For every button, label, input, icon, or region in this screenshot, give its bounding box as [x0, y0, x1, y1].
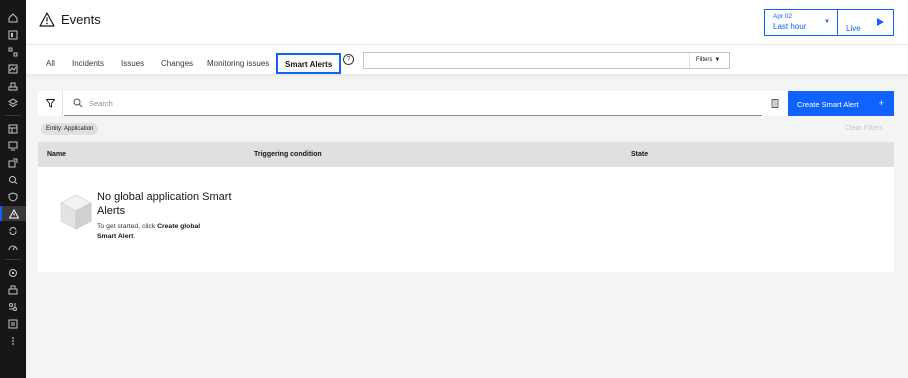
empty-box-icon — [60, 194, 92, 230]
websites-icon[interactable] — [0, 61, 26, 76]
integrations-icon[interactable] — [0, 299, 26, 314]
tab-all[interactable]: All — [46, 53, 55, 75]
entity-filter-tag[interactable]: Entity: Application — [41, 123, 99, 135]
filter-button[interactable] — [38, 91, 63, 116]
empty-state-text-suffix: . — [133, 233, 136, 240]
layers-icon[interactable] — [0, 95, 26, 110]
filters-dropdown[interactable]: Filters ▼ — [689, 53, 729, 68]
chevron-down-icon: ▼ — [824, 19, 830, 25]
play-icon — [877, 18, 884, 26]
filters-label: Filters — [696, 57, 713, 63]
time-range-picker[interactable]: Apr 02 Last hour ▼ — [764, 9, 838, 36]
smart-alerts-table: Name Triggering condition State No globa… — [38, 142, 894, 272]
settings-icon[interactable] — [0, 265, 26, 280]
empty-state-link-part2: Smart Alert — [97, 233, 134, 240]
events-warning-icon[interactable] — [0, 206, 26, 221]
dashboard-icon[interactable] — [0, 27, 26, 42]
agent-icon[interactable] — [0, 282, 26, 297]
warning-icon — [39, 12, 55, 27]
more-icon[interactable] — [0, 333, 26, 348]
filter-icon — [45, 99, 55, 108]
create-smart-alert-label: Create Smart Alert — [797, 100, 859, 109]
home-icon[interactable] — [0, 10, 26, 25]
search-input[interactable]: Search — [64, 91, 762, 116]
page-header: Events Apr 02 Last hour ▼ Live — [26, 0, 908, 44]
tab-bar-shadow — [26, 74, 908, 78]
tab-changes[interactable]: Changes — [161, 53, 193, 75]
analytics-icon[interactable] — [0, 138, 26, 153]
search-analytics-icon[interactable] — [0, 172, 26, 187]
security-icon[interactable] — [0, 189, 26, 204]
chevron-down-icon: ▼ — [714, 57, 721, 63]
event-tabs-bar: All Incidents Issues Changes Monitoring … — [26, 44, 908, 74]
applications-icon[interactable] — [0, 44, 26, 59]
empty-state-title: No global application Smart Alerts — [97, 191, 232, 217]
tab-issues[interactable]: Issues — [121, 53, 144, 75]
column-header-triggering-condition[interactable]: Triggering condition — [254, 151, 322, 158]
table-icon[interactable] — [0, 121, 26, 136]
table-header-row: Name Triggering condition State — [38, 142, 894, 167]
column-header-state[interactable]: State — [631, 151, 648, 158]
empty-state-text-line2: Smart Alert. — [97, 233, 135, 240]
add-icon: + — [878, 98, 884, 108]
live-label: Live — [846, 24, 861, 33]
page-title: Events — [61, 12, 101, 27]
help-icon[interactable]: ? — [343, 54, 354, 65]
empty-state: No global application Smart Alerts To ge… — [58, 187, 258, 257]
page-title-group: Events — [39, 12, 101, 27]
column-header-name[interactable]: Name — [47, 151, 66, 158]
left-nav-rail — [0, 0, 26, 378]
gauge-icon[interactable] — [0, 240, 26, 255]
event-query-input[interactable]: Filters ▼ — [363, 52, 730, 69]
docs-icon[interactable] — [0, 316, 26, 331]
create-smart-alert-button[interactable]: Create Smart Alert + — [788, 91, 894, 116]
live-button[interactable]: Live — [838, 9, 894, 36]
automation-icon[interactable] — [0, 223, 26, 238]
time-picker-group: Apr 02 Last hour ▼ Live — [764, 9, 894, 36]
synthetics-icon[interactable] — [0, 155, 26, 170]
infrastructure-icon[interactable] — [0, 78, 26, 93]
tab-incidents[interactable]: Incidents — [72, 53, 104, 75]
tab-monitoring-issues[interactable]: Monitoring issues — [207, 53, 269, 75]
documentation-icon[interactable] — [771, 99, 779, 108]
empty-state-text-prefix: To get started, click — [97, 223, 158, 230]
search-icon — [73, 98, 83, 108]
empty-state-text-line1: To get started, click Create global — [97, 223, 200, 230]
search-placeholder: Search — [89, 99, 113, 108]
smart-alert-toolbar: Search Create Smart Alert + — [38, 91, 894, 116]
clear-filters-button[interactable]: Clear Filters — [845, 125, 883, 132]
tab-smart-alerts[interactable]: Smart Alerts — [276, 53, 342, 74]
empty-state-link-part1: Create global — [157, 223, 201, 230]
